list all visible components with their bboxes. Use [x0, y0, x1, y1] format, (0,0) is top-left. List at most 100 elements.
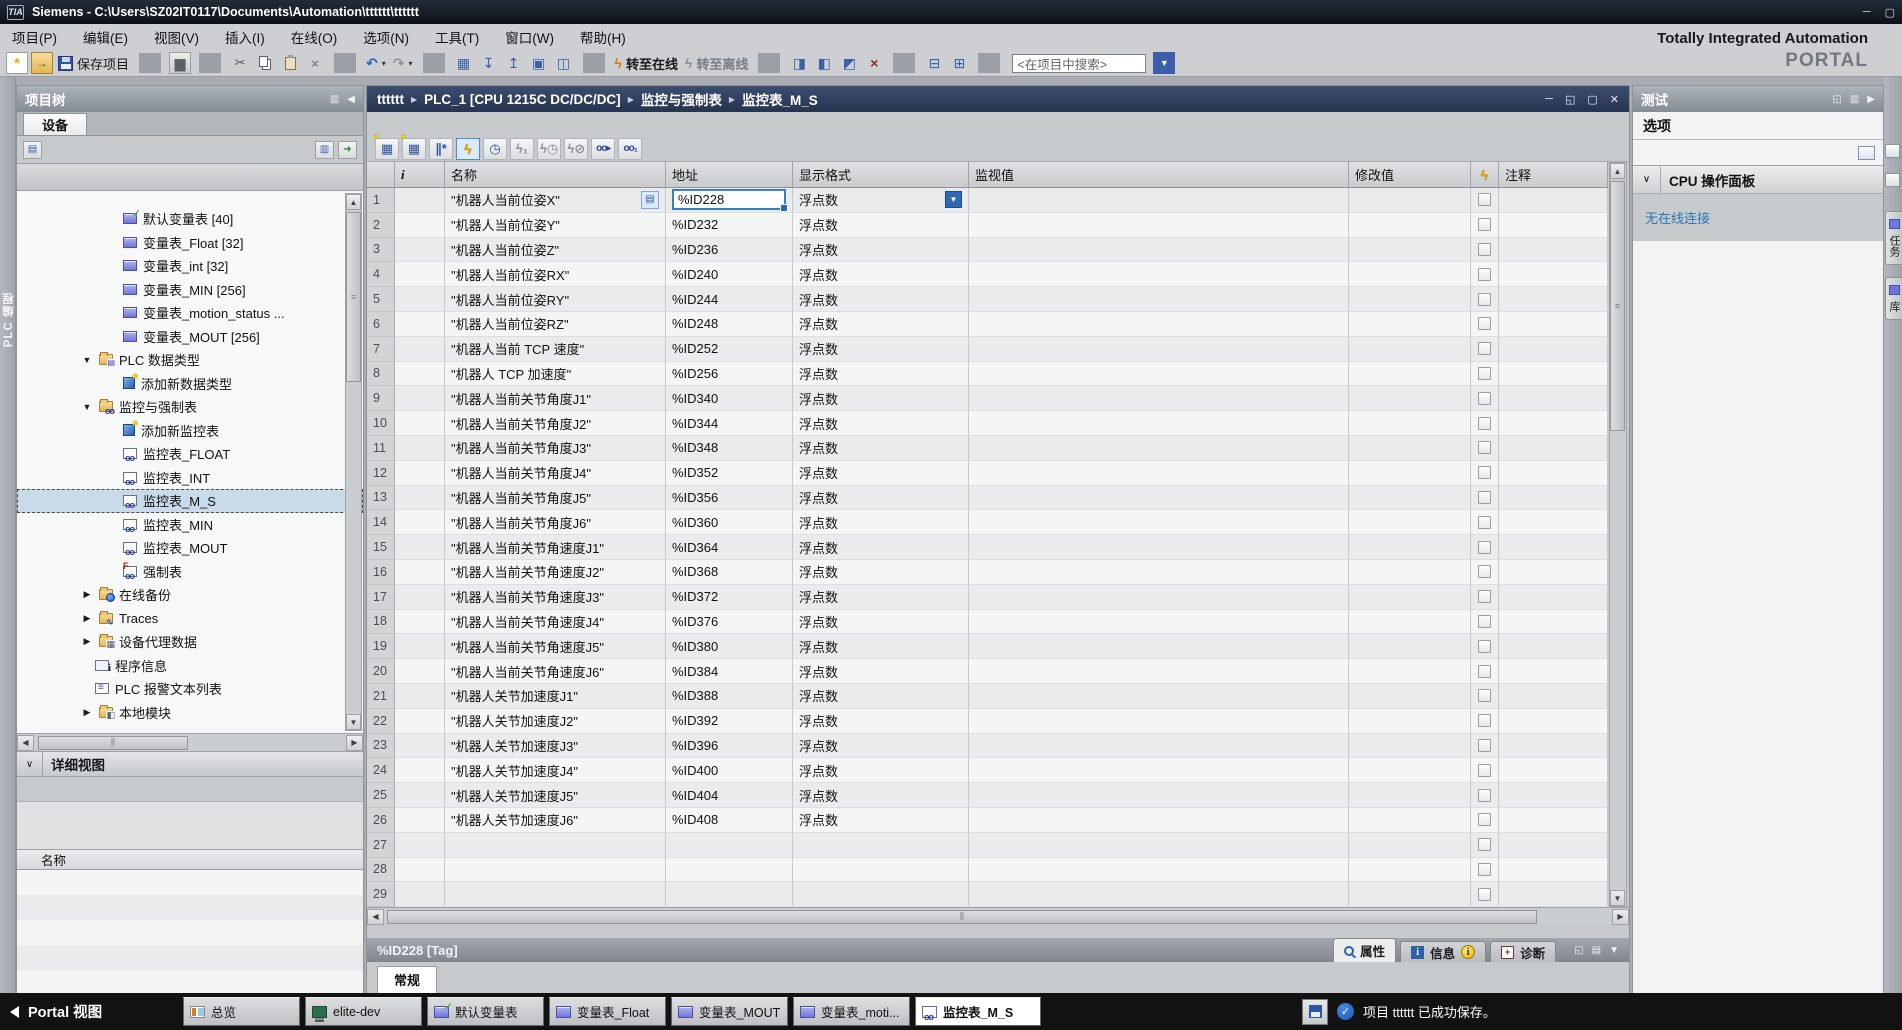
comment-cell[interactable]: [1499, 808, 1608, 833]
comment-cell[interactable]: [1499, 659, 1608, 684]
"机器人当前 TCP 速度"[interactable]: 7 "机器人当前 TCP 速度" %ID252 浮点数: [367, 337, 1608, 362]
start-runtime-icon[interactable]: ◫: [553, 52, 575, 74]
upload-from-device-icon[interactable]: ↥: [503, 52, 525, 74]
modify-value-cell[interactable]: [1349, 610, 1471, 635]
tree-item[interactable]: 监控表_MIN: [17, 513, 363, 537]
modify-enable-checkbox[interactable]: [1478, 243, 1491, 256]
tree-item[interactable]: PLC 报警文本列表: [17, 677, 363, 701]
comment-cell[interactable]: [1499, 486, 1608, 511]
accessible-devices-icon[interactable]: ◨: [788, 52, 810, 74]
"机器人当前关节角速度J5"[interactable]: 19 "机器人当前关节角速度J5" %ID380 浮点数: [367, 634, 1608, 659]
tree-item[interactable]: 监控表_INT: [17, 466, 363, 490]
tree-item[interactable]: 监控表_FLOAT: [17, 442, 363, 466]
"机器人当前位姿Y"[interactable]: 2 "机器人当前位姿Y" %ID232 浮点数: [367, 213, 1608, 238]
tree-item[interactable]: ▶ Traces: [17, 607, 363, 631]
comment-cell[interactable]: [1499, 287, 1608, 312]
format-dropdown-icon[interactable]: ▼: [945, 191, 962, 208]
modify-enable-checkbox[interactable]: [1478, 764, 1491, 777]
"机器人关节加速度J1"[interactable]: 21 "机器人关节加速度J1" %ID388 浮点数: [367, 684, 1608, 709]
modify-enable-checkbox[interactable]: [1478, 665, 1491, 678]
download-to-device-icon[interactable]: ↧: [478, 52, 500, 74]
comment-cell[interactable]: [1499, 709, 1608, 734]
tree-item[interactable]: 变量表_MIN [256]: [17, 278, 363, 302]
copy-icon[interactable]: [254, 52, 276, 74]
menu-item[interactable]: 在线(O): [291, 27, 338, 47]
modify-value-cell[interactable]: [1349, 734, 1471, 759]
comment-cell[interactable]: [1499, 783, 1608, 808]
tree-expander-icon[interactable]: ▶: [81, 636, 93, 647]
modify-value-cell[interactable]: [1349, 337, 1471, 362]
print-icon[interactable]: ▆: [169, 52, 191, 74]
"机器人当前位姿RY"[interactable]: 5 "机器人当前位姿RY" %ID244 浮点数: [367, 287, 1608, 312]
modify-value-cell[interactable]: [1349, 510, 1471, 535]
menu-item[interactable]: 插入(I): [225, 27, 265, 47]
tree-item[interactable]: 变量表_Float [32]: [17, 231, 363, 255]
save-status-icon[interactable]: [1302, 999, 1328, 1025]
modify-value-cell[interactable]: [1349, 783, 1471, 808]
table-horizontal-scrollbar[interactable]: ◀ ⫼ ▶: [367, 907, 1629, 925]
comment-cell[interactable]: [1499, 461, 1608, 486]
comment-cell[interactable]: [1499, 188, 1608, 213]
tree-settings-icon[interactable]: ▤: [23, 141, 42, 159]
modify-value-cell[interactable]: [1349, 659, 1471, 684]
menu-item[interactable]: 工具(T): [435, 27, 479, 47]
modify-value-cell[interactable]: [1349, 188, 1471, 213]
modify-value-cell[interactable]: [1349, 585, 1471, 610]
modify-enable-checkbox[interactable]: [1478, 317, 1491, 330]
tree-item[interactable]: 监控表_M_S: [17, 489, 363, 513]
delete-icon[interactable]: ×: [304, 52, 326, 74]
inspector-menu-icon[interactable]: ▤: [1592, 945, 1601, 956]
project-search-input[interactable]: <在项目中搜索>: [1012, 54, 1146, 73]
modify-value-cell[interactable]: [1349, 287, 1471, 312]
comment-cell[interactable]: [1499, 560, 1608, 585]
"机器人当前位姿RZ"[interactable]: 6 "机器人当前位姿RZ" %ID248 浮点数: [367, 312, 1608, 337]
tree-horizontal-scrollbar[interactable]: ◀ ⫼ ▶: [17, 733, 363, 751]
scroll-left-icon[interactable]: ◀: [367, 909, 384, 925]
tree-item[interactable]: 监控表_MOUT: [17, 536, 363, 560]
tree-vertical-scrollbar[interactable]: ▲ ≡ ▼: [345, 193, 362, 731]
modify-value-cell[interactable]: [1349, 535, 1471, 560]
task-card-icon[interactable]: [1885, 144, 1900, 158]
"机器人当前关节角度J5"[interactable]: 13 "机器人当前关节角度J5" %ID356 浮点数: [367, 486, 1608, 511]
open-project-icon[interactable]: →: [31, 52, 53, 74]
save-project-button[interactable]: 保存项目: [56, 52, 131, 74]
taskbar-button[interactable]: 监控表_M_S: [915, 997, 1041, 1026]
scroll-down-icon[interactable]: ▼: [1610, 890, 1625, 906]
collapse-panel-icon[interactable]: ◀: [347, 94, 355, 105]
modify-enable-checkbox[interactable]: [1478, 466, 1491, 479]
tag-selector-icon[interactable]: ▤: [641, 191, 659, 209]
"机器人关节加速度J6"[interactable]: 26 "机器人关节加速度J6" %ID408 浮点数: [367, 808, 1608, 833]
minimize-window-icon[interactable]: ─: [1863, 6, 1871, 19]
comment-cell[interactable]: [1499, 535, 1608, 560]
address-input[interactable]: %ID228: [672, 189, 786, 210]
table-vertical-scrollbar[interactable]: ▲ ≡ ▼: [1609, 162, 1627, 907]
section-collapse-icon[interactable]: ∨: [1633, 166, 1661, 193]
tree-item[interactable]: ▶ 本地模块: [17, 701, 363, 725]
"机器人关节加速度J5"[interactable]: 25 "机器人关节加速度J5" %ID404 浮点数: [367, 783, 1608, 808]
tree-item[interactable]: 变量表_MOUT [256]: [17, 325, 363, 349]
"机器人当前关节角度J3"[interactable]: 11 "机器人当前关节角度J3" %ID348 浮点数: [367, 436, 1608, 461]
comment-cell[interactable]: [1499, 362, 1608, 387]
modify-value-cell[interactable]: [1349, 560, 1471, 585]
scroll-right-icon[interactable]: ▶: [1612, 909, 1629, 925]
"机器人当前位姿Z"[interactable]: 3 "机器人当前位姿Z" %ID236 浮点数: [367, 238, 1608, 263]
menu-item[interactable]: 帮助(H): [580, 27, 626, 47]
comment-cell[interactable]: [1499, 634, 1608, 659]
modify-value-cell[interactable]: [1349, 213, 1471, 238]
modify-enable-checkbox[interactable]: [1478, 392, 1491, 405]
"机器人当前关节角速度J1"[interactable]: 15 "机器人当前关节角速度J1" %ID364 浮点数: [367, 535, 1608, 560]
table-row[interactable]: 27: [367, 833, 1608, 858]
comment-cell[interactable]: [1499, 833, 1608, 858]
scroll-up-icon[interactable]: ▲: [1610, 163, 1625, 179]
stop-simulation-icon[interactable]: ◩: [838, 52, 860, 74]
comment-cell[interactable]: [1499, 411, 1608, 436]
tree-expander-icon[interactable]: ▼: [81, 402, 93, 412]
modify-enable-checkbox[interactable]: [1478, 367, 1491, 380]
menu-item[interactable]: 项目(P): [12, 27, 57, 47]
comment-cell[interactable]: [1499, 882, 1608, 907]
modify-enable-checkbox[interactable]: [1478, 491, 1491, 504]
search-icon[interactable]: ▼: [1153, 52, 1175, 74]
tree-expander-icon[interactable]: ▶: [81, 613, 93, 624]
new-project-icon[interactable]: *: [6, 52, 28, 74]
comment-cell[interactable]: [1499, 758, 1608, 783]
